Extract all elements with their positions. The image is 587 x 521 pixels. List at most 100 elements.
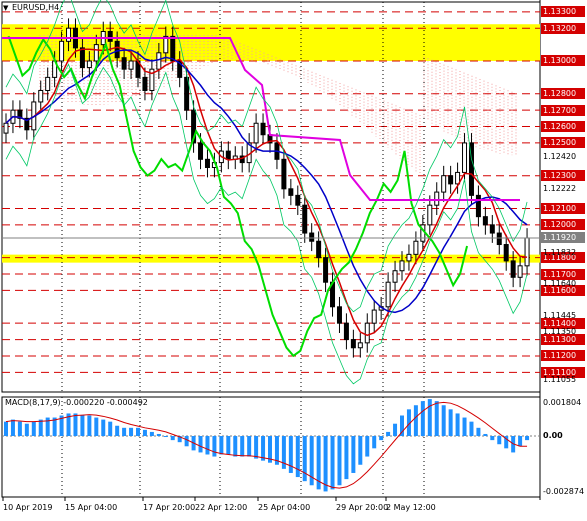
macd-bar: [94, 417, 99, 437]
macd-bar: [434, 401, 439, 437]
macd-bar: [393, 423, 398, 437]
candle-body: [302, 204, 308, 234]
macd-bar: [330, 436, 335, 490]
macd-bar: [87, 415, 92, 437]
macd-bar: [136, 427, 140, 437]
price-level-label: 1.12500: [541, 137, 585, 149]
macd-bar: [156, 433, 161, 437]
candle-body: [142, 76, 148, 91]
macd-bar: [351, 436, 356, 473]
candle-body: [253, 122, 259, 144]
price-level-label: 1.12600: [541, 121, 585, 133]
candle-body: [336, 306, 342, 324]
macd-bar: [379, 436, 384, 441]
candle-body: [128, 60, 134, 70]
macd-bar: [170, 436, 175, 441]
macd-bar: [469, 421, 474, 437]
price-level-label: 1.11200: [541, 350, 585, 362]
dropdown-arrow-icon[interactable]: ▼: [3, 4, 8, 12]
macd-scale-top: 0.001804: [543, 398, 582, 407]
macd-bar: [337, 436, 342, 486]
macd-bar: [490, 436, 495, 441]
candle-body: [385, 281, 391, 308]
macd-bar: [233, 436, 238, 457]
chikou-line: [7, 35, 469, 358]
macd-bar: [497, 436, 502, 445]
candle-body: [441, 175, 447, 193]
price-level-label: 1.12700: [541, 104, 585, 116]
candle-body: [364, 322, 370, 344]
time-axis-label: 10 Apr 2019: [3, 503, 53, 512]
candle-body: [475, 194, 481, 218]
time-axis-label: 29 Apr 20:00: [336, 503, 389, 512]
macd-bar: [302, 436, 307, 482]
macd-bar: [149, 431, 154, 437]
price-level-label: 1.12100: [541, 202, 585, 214]
macd-bar: [10, 419, 15, 437]
candle-body: [198, 142, 204, 160]
candle-body: [406, 253, 412, 262]
macd-bar: [73, 413, 78, 437]
candle-body: [45, 76, 51, 91]
macd-bar: [184, 436, 189, 447]
macd-name: MACD(8,17,9): [5, 398, 61, 407]
macd-bar: [295, 436, 300, 478]
candle-body: [316, 240, 322, 259]
macd-bar: [441, 405, 446, 437]
chart-symbol-title: EURUSD,H4: [12, 3, 60, 12]
macd-bar: [108, 421, 113, 437]
candle-body: [260, 122, 266, 136]
macd-bar: [4, 421, 8, 437]
candle-body: [413, 240, 419, 255]
candle-body: [107, 30, 113, 42]
macd-bar: [129, 427, 134, 437]
current-price-label: 1.11920: [541, 232, 585, 244]
price-level-label: 1.12300: [541, 170, 585, 182]
candle-body: [170, 35, 176, 62]
candle-body: [462, 142, 468, 173]
price-chart[interactable]: [0, 0, 587, 521]
candle-body: [427, 204, 433, 226]
macd-bar: [372, 436, 377, 449]
candle-body: [3, 122, 9, 134]
candle-body: [482, 216, 488, 226]
macd-bar: [483, 433, 488, 437]
candle-body: [323, 257, 329, 283]
candle-body: [295, 194, 301, 206]
candle-body: [309, 232, 315, 242]
candle-body: [350, 339, 356, 349]
macd-bar: [448, 409, 453, 437]
candle-body: [357, 342, 363, 349]
candle-body: [114, 40, 120, 59]
price-level-label: 1.12000: [541, 219, 585, 231]
price-tick-label: 1.12222: [543, 183, 577, 193]
macd-bar: [115, 425, 120, 437]
price-level-label: 1.13200: [541, 22, 585, 34]
macd-bar: [198, 436, 203, 453]
candle-body: [510, 260, 516, 278]
time-axis-label: 2 May 12:00: [386, 503, 436, 512]
time-axis-label: 22 Apr 12:00: [195, 503, 248, 512]
macd-bar: [205, 436, 210, 455]
macd-bar: [344, 436, 349, 480]
price-level-label: 1.13300: [541, 6, 585, 18]
macd-bar: [518, 436, 523, 447]
macd-bar: [80, 415, 85, 437]
macd-bar: [247, 436, 252, 457]
macd-bar: [462, 417, 467, 437]
macd-bar: [212, 436, 217, 457]
candle-body: [517, 265, 523, 278]
macd-bar: [323, 436, 328, 492]
price-level-label: 1.13000: [541, 55, 585, 67]
candle-body: [496, 232, 502, 246]
time-axis-label: 25 Apr 04:00: [258, 503, 311, 512]
time-axis-label: 15 Apr 04:00: [65, 503, 118, 512]
price-level-label: 1.12800: [541, 88, 585, 100]
macd-bar: [240, 436, 245, 457]
macd-scale-zero: 0.00: [543, 431, 563, 440]
chart-window[interactable]: ▼ EURUSD,H4 1.13300 1.13200 1.13000 1.12800…: [0, 0, 587, 521]
macd-bar: [455, 413, 460, 437]
support-zone: [2, 254, 540, 263]
macd-bar: [358, 436, 363, 465]
candle-body: [343, 322, 349, 341]
